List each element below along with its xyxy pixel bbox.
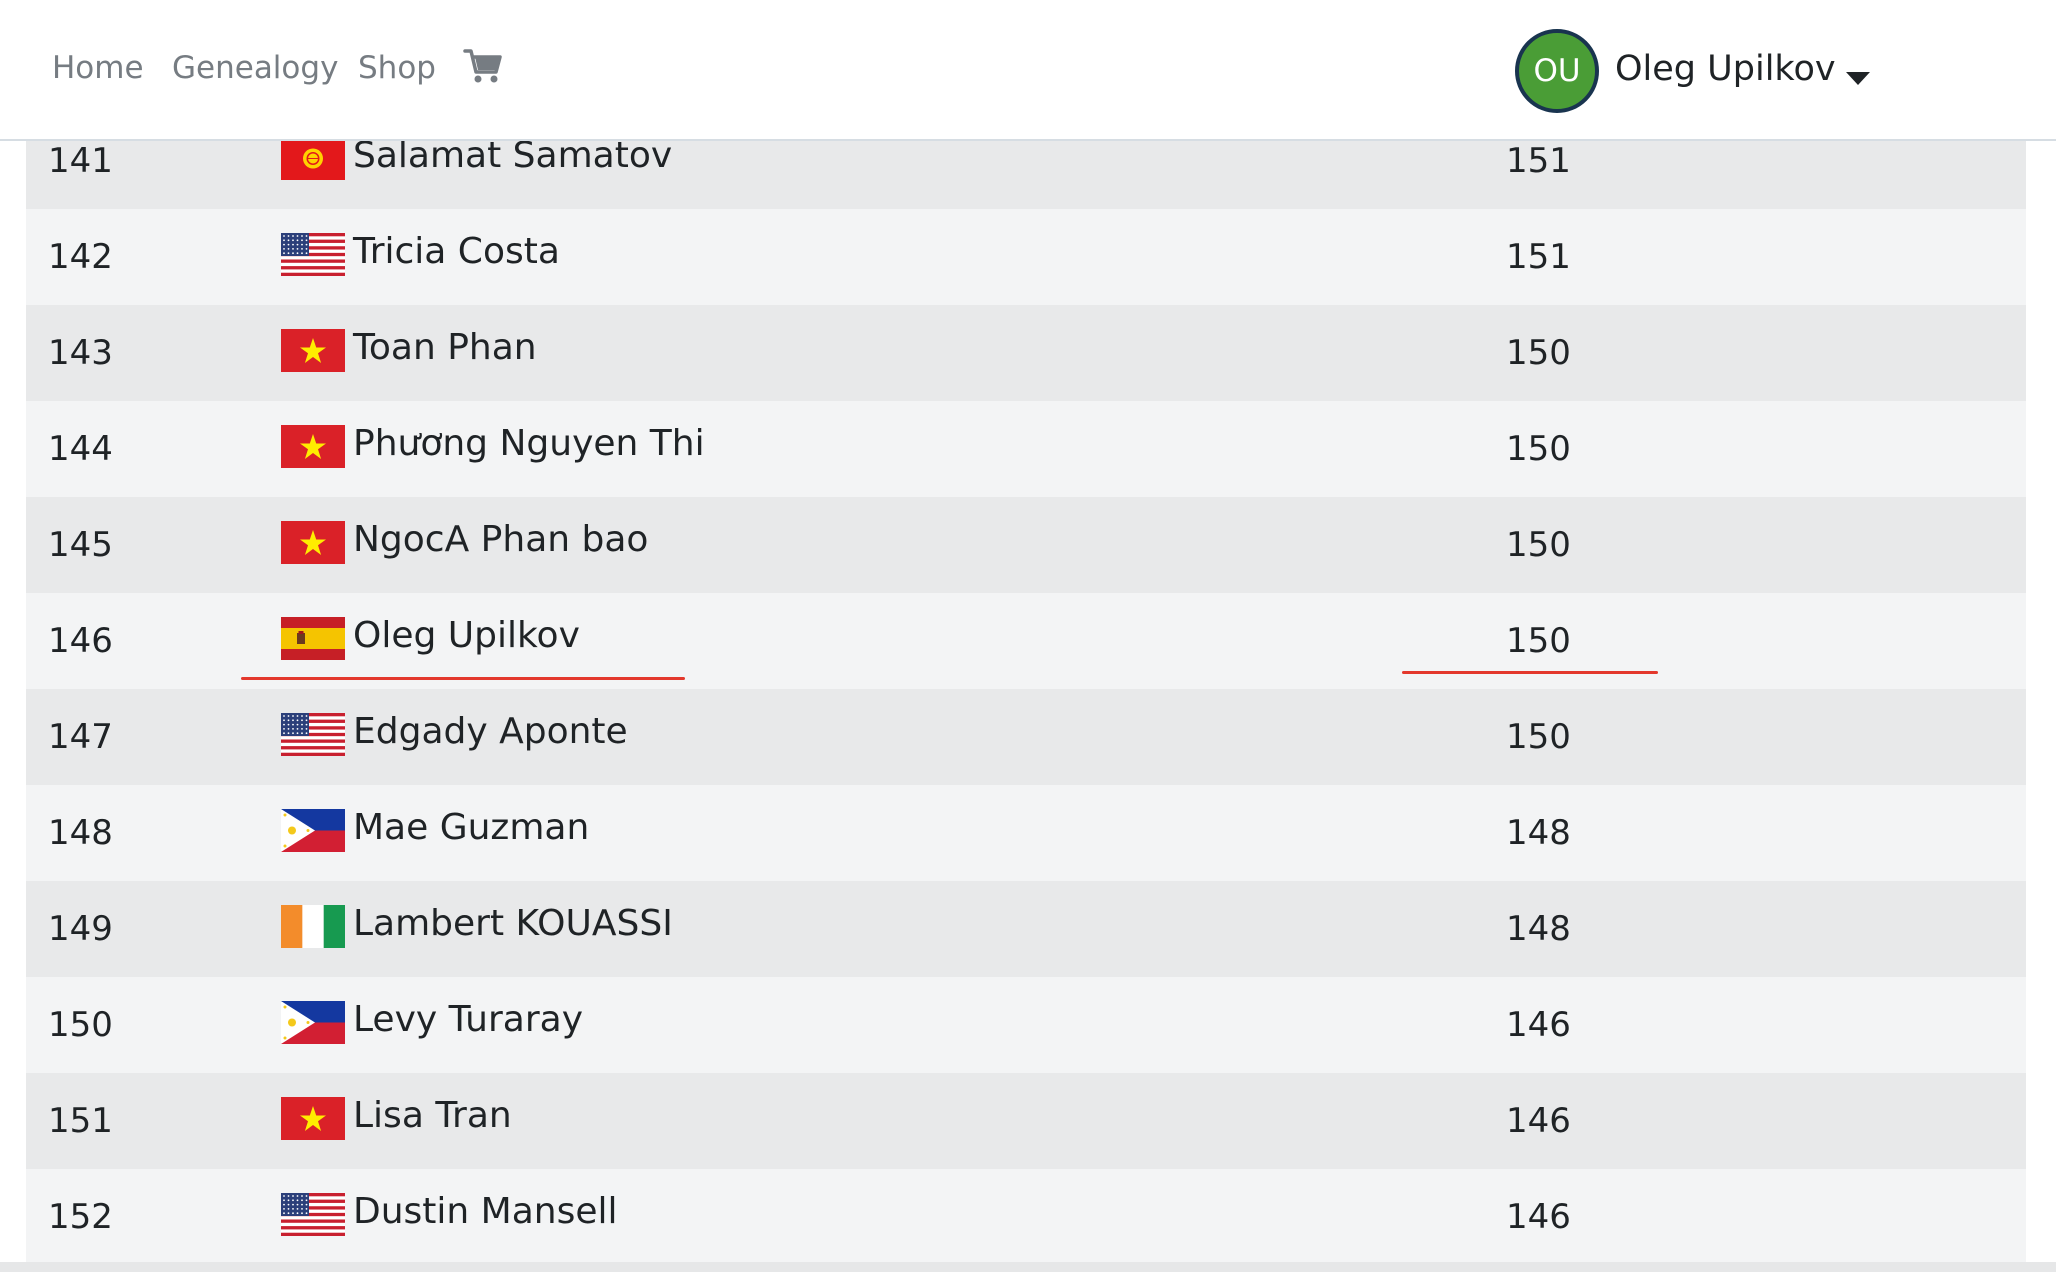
score-cell: 150: [1506, 429, 1571, 469]
top-navbar: Home Genealogy Shop OU Oleg Upilkov: [0, 0, 2056, 141]
vietnam-flag-icon: [281, 1097, 345, 1140]
name-cell: Oleg Upilkov: [353, 615, 580, 656]
user-menu[interactable]: OU Oleg Upilkov: [1515, 29, 1875, 113]
table-row[interactable]: 151 Lisa Tran 146: [26, 1073, 2026, 1169]
name-cell: Dustin Mansell: [353, 1191, 618, 1232]
rank-cell: 147: [48, 717, 113, 757]
vietnam-flag-icon: [281, 521, 345, 564]
score-cell: 146: [1506, 1005, 1571, 1045]
philippines-flag-icon: [281, 1001, 345, 1044]
score-highlight-underline: [1402, 671, 1658, 674]
table-row[interactable]: 144 Phương Nguyen Thi 150: [26, 401, 2026, 497]
rank-cell: 146: [48, 621, 113, 661]
table-row[interactable]: 141 Salamat Samatov 151: [26, 137, 2026, 209]
score-cell: 148: [1506, 909, 1571, 949]
score-cell: 151: [1506, 237, 1571, 277]
name-cell: Lambert KOUASSI: [353, 903, 673, 944]
leaderboard-table: 141 Salamat Samatov 151 142 Tricia Costa 151 1…: [26, 137, 2026, 1272]
name-cell: Lisa Tran: [353, 1095, 512, 1136]
score-cell: 146: [1506, 1101, 1571, 1141]
chevron-down-icon[interactable]: [1846, 72, 1870, 85]
score-cell: 146: [1506, 1197, 1571, 1237]
name-cell: Toan Phan: [353, 327, 537, 368]
nav-genealogy-link[interactable]: Genealogy: [172, 50, 338, 86]
kyrgyzstan-flag-icon: [281, 137, 345, 180]
name-cell: Edgady Aponte: [353, 711, 628, 752]
user-name: Oleg Upilkov: [1615, 49, 1836, 89]
table-row[interactable]: 146 Oleg Upilkov 150: [26, 593, 2026, 689]
table-row[interactable]: 149 Lambert KOUASSI 148: [26, 881, 2026, 977]
table-row[interactable]: 145 NgocA Phan bao 150: [26, 497, 2026, 593]
table-row[interactable]: 142 Tricia Costa 151: [26, 209, 2026, 305]
shopping-cart-icon[interactable]: [463, 46, 503, 86]
table-row[interactable]: 143 Toan Phan 150: [26, 305, 2026, 401]
table-row[interactable]: 148 Mae Guzman 148: [26, 785, 2026, 881]
philippines-flag-icon: [281, 809, 345, 852]
score-cell: 150: [1506, 333, 1571, 373]
usa-flag-icon: [281, 233, 345, 276]
score-cell: 148: [1506, 813, 1571, 853]
table-row[interactable]: 147 Edgady Aponte 150: [26, 689, 2026, 785]
rank-cell: 149: [48, 909, 113, 949]
score-cell: 151: [1506, 141, 1571, 181]
name-cell: Tricia Costa: [353, 231, 560, 272]
rank-cell: 145: [48, 525, 113, 565]
rank-cell: 142: [48, 237, 113, 277]
page-bottom-edge: [0, 1262, 2056, 1272]
name-cell: NgocA Phan bao: [353, 519, 649, 560]
score-cell: 150: [1506, 621, 1571, 661]
rank-cell: 143: [48, 333, 113, 373]
avatar: OU: [1515, 29, 1599, 113]
name-cell: Phương Nguyen Thi: [353, 423, 705, 464]
vietnam-flag-icon: [281, 329, 345, 372]
rank-cell: 144: [48, 429, 113, 469]
nav-home-link[interactable]: Home: [52, 50, 144, 86]
usa-flag-icon: [281, 713, 345, 756]
name-cell: Levy Turaray: [353, 999, 583, 1040]
rank-cell: 150: [48, 1005, 113, 1045]
name-highlight-underline: [241, 677, 685, 680]
rank-cell: 152: [48, 1197, 113, 1237]
name-cell: Mae Guzman: [353, 807, 590, 848]
vietnam-flag-icon: [281, 425, 345, 468]
rank-cell: 141: [48, 141, 113, 181]
spain-flag-icon: [281, 617, 345, 660]
score-cell: 150: [1506, 717, 1571, 757]
rank-cell: 151: [48, 1101, 113, 1141]
table-row[interactable]: 152 Dustin Mansell 146: [26, 1169, 2026, 1265]
rank-cell: 148: [48, 813, 113, 853]
score-cell: 150: [1506, 525, 1571, 565]
ivory-coast-flag-icon: [281, 905, 345, 948]
nav-shop-link[interactable]: Shop: [358, 50, 436, 86]
usa-flag-icon: [281, 1193, 345, 1236]
name-cell: Salamat Samatov: [353, 137, 673, 176]
table-row[interactable]: 150 Levy Turaray 146: [26, 977, 2026, 1073]
